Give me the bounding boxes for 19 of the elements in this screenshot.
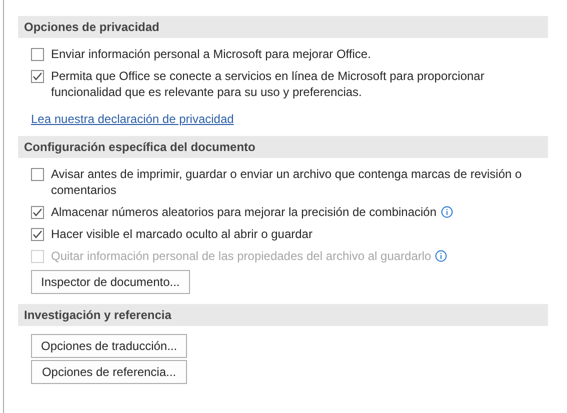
checkbox-label: Hacer visible el marcado oculto al abrir o guardar [51,226,312,242]
checkbox-label: Permita que Office se conecte a servicios en línea de Microsoft para proporcionar funcionalidad que es relevante para su uso y preferencias. [51,68,486,100]
section-header: Configuración específica del documento [18,136,548,158]
action-button[interactable]: Opciones de referencia... [31,360,187,384]
checkbox[interactable] [31,70,44,83]
checkbox-label: Quitar información personal de las propiedades del archivo al guardarlo [51,248,432,264]
privacy-link[interactable]: Lea nuestra declaración de privacidad [31,112,234,126]
action-button[interactable]: Opciones de traducción... [31,334,188,358]
info-icon[interactable] [440,206,453,218]
checkbox[interactable] [31,228,44,241]
checkbox-label: Avisar antes de imprimir, guardar o enviar un archivo que contenga marcas de revisión o comentarios [51,166,523,198]
checkbox[interactable] [31,168,44,181]
action-button[interactable]: Inspector de documento... [31,270,190,294]
checkbox-label: Almacenar números aleatorios para mejorar la precisión de combinación [51,204,437,220]
checkbox[interactable] [31,48,44,61]
checkbox-label: Enviar información personal a Microsoft para mejorar Office. [51,46,371,62]
section-header: Opciones de privacidad [18,16,548,38]
checkbox[interactable] [31,206,44,219]
section-header: Investigación y referencia [18,304,548,326]
